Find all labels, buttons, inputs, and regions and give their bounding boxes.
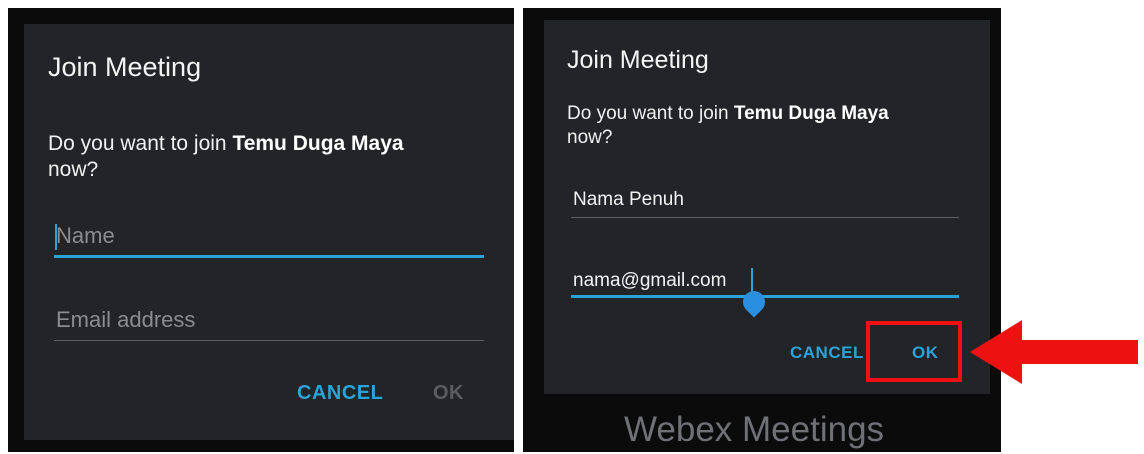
message-suffix: now? [567, 127, 613, 148]
right-screenshot: Join Meeting Do you want to join Temu Du… [523, 8, 1001, 452]
ok-highlight-box [866, 321, 962, 382]
join-meeting-dialog: Join Meeting Do you want to join Temu Du… [24, 24, 514, 440]
message-prefix: Do you want to join [567, 103, 734, 124]
email-field[interactable]: Email address [54, 305, 484, 341]
dialog-message: Do you want to join Temu Duga Maya now? [567, 102, 977, 150]
email-underline [54, 340, 484, 341]
dialog-title: Join Meeting [48, 52, 202, 82]
email-field[interactable]: nama@gmail.com [571, 268, 959, 298]
red-arrow-left-icon [970, 320, 1138, 384]
dialog-title: Join Meeting [567, 46, 709, 74]
name-underline [54, 255, 484, 258]
meeting-name: Temu Duga Maya [232, 132, 404, 155]
name-field[interactable]: Name [54, 220, 484, 258]
left-screenshot: Join Meeting Do you want to join Temu Du… [8, 8, 514, 452]
message-suffix: now? [48, 158, 99, 181]
ok-button[interactable]: OK [433, 382, 464, 405]
email-placeholder: Email address [56, 307, 196, 332]
email-value: nama@gmail.com [573, 270, 727, 291]
dialog-message: Do you want to join Temu Duga Maya now? [48, 131, 488, 183]
message-prefix: Do you want to join [48, 132, 233, 155]
brand-label: Webex Meetings [624, 410, 885, 449]
name-underline [571, 217, 959, 218]
name-field[interactable]: Nama Penuh [571, 186, 959, 218]
meeting-name: Temu Duga Maya [733, 103, 889, 124]
cancel-button[interactable]: CANCEL [790, 343, 864, 363]
email-underline [571, 295, 959, 298]
name-value: Nama Penuh [573, 189, 684, 210]
name-placeholder: Name [56, 223, 115, 248]
cancel-button[interactable]: CANCEL [297, 382, 383, 405]
